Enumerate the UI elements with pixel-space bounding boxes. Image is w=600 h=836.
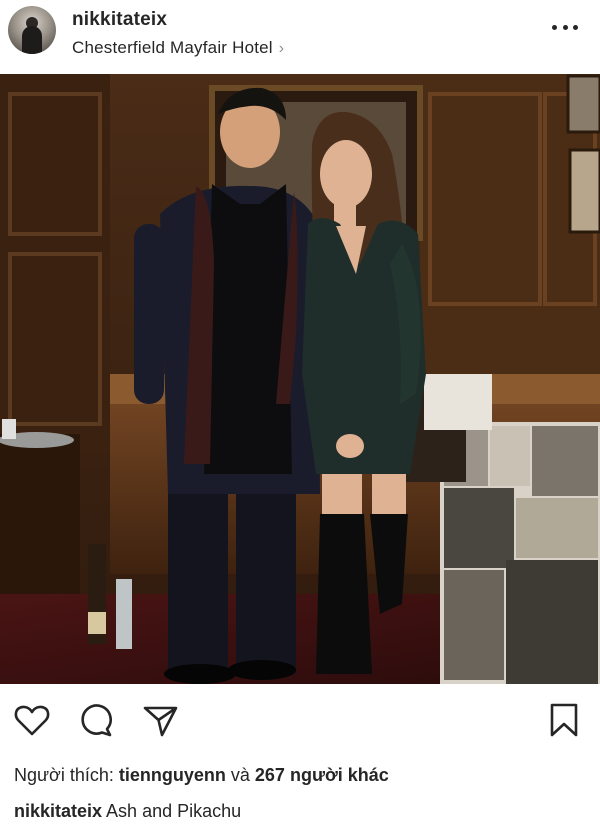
likes-count: 267 bbox=[254, 765, 285, 785]
likes-summary: Người thích: tiennguyenn và 267 người kh… bbox=[14, 765, 389, 786]
more-dot bbox=[552, 24, 557, 30]
more-dot bbox=[573, 24, 578, 30]
first-liker-link[interactable]: tiennguyenn bbox=[119, 765, 226, 785]
bookmark-icon bbox=[550, 703, 578, 737]
share-button[interactable] bbox=[140, 700, 180, 740]
caption-text: Ash and Pikachu bbox=[102, 801, 242, 821]
location-label: Chesterfield Mayfair Hotel bbox=[72, 38, 273, 57]
post-actions bbox=[0, 692, 600, 748]
heart-icon bbox=[14, 705, 50, 736]
more-dot bbox=[562, 24, 568, 30]
location-link[interactable]: Chesterfield Mayfair Hotel › bbox=[72, 38, 284, 58]
likes-connector: và bbox=[225, 765, 255, 785]
post-caption: nikkitateix Ash and Pikachu bbox=[14, 801, 241, 822]
comment-button[interactable] bbox=[76, 700, 116, 740]
send-icon bbox=[143, 706, 178, 737]
save-button[interactable] bbox=[544, 700, 584, 740]
likes-suffix: người khác bbox=[284, 765, 389, 785]
comment-icon bbox=[81, 704, 112, 737]
photo-illustration bbox=[0, 74, 600, 684]
post-header: nikkitateix Chesterfield Mayfair Hotel › bbox=[0, 0, 600, 72]
other-likers-link[interactable]: 267 người khác bbox=[255, 765, 389, 785]
like-button[interactable] bbox=[12, 700, 52, 740]
likes-prefix: Người thích: bbox=[14, 765, 119, 785]
username-link[interactable]: nikkitateix bbox=[72, 9, 167, 31]
more-options-button[interactable] bbox=[552, 22, 578, 32]
post-photo[interactable] bbox=[0, 74, 600, 684]
avatar[interactable] bbox=[8, 6, 56, 54]
avatar-figure-body bbox=[22, 26, 42, 54]
caption-username-link[interactable]: nikkitateix bbox=[14, 801, 102, 821]
chevron-right-icon: › bbox=[278, 40, 285, 57]
